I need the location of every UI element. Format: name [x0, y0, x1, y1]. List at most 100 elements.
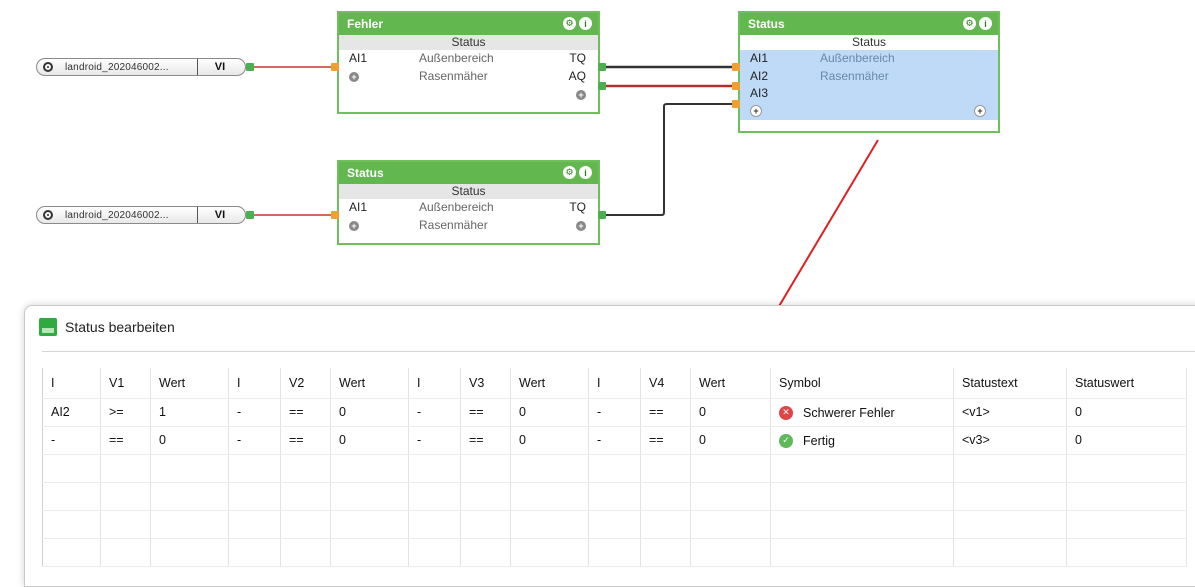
cell-operator[interactable]: >=: [100, 398, 151, 427]
info-icon[interactable]: i: [979, 17, 992, 30]
output-port-tq[interactable]: [598, 211, 606, 219]
status-block-icon: [39, 318, 57, 336]
column-header: V1: [100, 368, 151, 399]
cell-value[interactable]: 0: [510, 398, 589, 427]
block-status-main[interactable]: Status ⚙ i Status AI1 Außenbereich AI2 Ra…: [738, 11, 1000, 133]
cell-input[interactable]: -: [588, 398, 641, 427]
cell-operator[interactable]: ==: [280, 426, 331, 455]
settings-icon[interactable]: ⚙: [563, 166, 576, 179]
table-header-row: I V1 Wert I V2 Wert I V3 Wert I V4 Wert …: [42, 368, 1187, 399]
block-subtitle: Status: [339, 35, 598, 50]
column-header: Wert: [510, 368, 589, 399]
block-subtitle: Status: [339, 184, 598, 199]
input-port-ai2[interactable]: [732, 82, 740, 90]
cell-value[interactable]: 0: [330, 398, 409, 427]
output-label: TQ: [569, 200, 586, 214]
input-name: landroid_202046002...: [65, 61, 169, 73]
table-row[interactable]: AI2 >= 1 - == 0 - == 0 - == 0 ✕ Schwerer …: [42, 398, 1187, 427]
status-edit-dialog: Status bearbeiten I V1 Wert I V2 Wert I …: [24, 305, 1195, 587]
cell-operator[interactable]: ==: [640, 426, 691, 455]
input-label: AI1: [349, 51, 368, 65]
cell-input[interactable]: -: [408, 398, 461, 427]
cell-input[interactable]: AI2: [42, 398, 101, 427]
input-port-ai1[interactable]: [732, 63, 740, 71]
cell-statustext[interactable]: <v3>: [953, 426, 1067, 455]
cell-value[interactable]: 1: [150, 398, 229, 427]
symbol-label: Fertig: [803, 433, 835, 448]
block-header[interactable]: Fehler ⚙ i: [339, 13, 598, 35]
empty-row[interactable]: [42, 510, 1187, 539]
annotation-arrow-line: [771, 139, 879, 319]
cell-value[interactable]: 0: [510, 426, 589, 455]
add-input-icon[interactable]: +: [349, 72, 359, 82]
virtual-input-1[interactable]: landroid_202046002... VI: [36, 58, 246, 76]
status-table: I V1 Wert I V2 Wert I V3 Wert I V4 Wert …: [42, 368, 1187, 567]
input-port-ai1[interactable]: [331, 63, 339, 71]
input-port-ai1[interactable]: [331, 211, 339, 219]
row-label: Außenbereich: [820, 51, 895, 65]
cell-symbol[interactable]: ✕ Schwerer Fehler: [770, 398, 954, 427]
column-header: Wert: [690, 368, 771, 399]
add-input-icon[interactable]: +: [750, 105, 762, 117]
cell-input[interactable]: -: [228, 398, 281, 427]
empty-row[interactable]: [42, 538, 1187, 567]
input-label: AI1: [750, 51, 769, 65]
cell-value[interactable]: 0: [690, 426, 771, 455]
cell-statuswert[interactable]: 0: [1066, 426, 1187, 455]
output-label: TQ: [569, 51, 586, 65]
input-port-ai3[interactable]: [732, 100, 740, 108]
block-status-small[interactable]: Status ⚙ i Status AI1 Außenbereich TQ + R…: [337, 160, 600, 245]
row-label: Außenbereich: [419, 200, 494, 214]
check-icon: ✓: [779, 433, 793, 448]
output-port-aq[interactable]: [598, 82, 606, 90]
settings-icon[interactable]: ⚙: [563, 17, 576, 30]
cell-value[interactable]: 0: [150, 426, 229, 455]
info-icon[interactable]: i: [579, 166, 592, 179]
column-header: Statustext: [953, 368, 1067, 399]
cell-input[interactable]: -: [408, 426, 461, 455]
row-label: Außenbereich: [419, 51, 494, 65]
cell-input[interactable]: -: [228, 426, 281, 455]
cell-input[interactable]: -: [588, 426, 641, 455]
row-label: Rasenmäher: [419, 218, 488, 232]
add-input-icon[interactable]: +: [349, 221, 359, 231]
column-header: I: [42, 368, 101, 399]
table-row[interactable]: - == 0 - == 0 - == 0 - == 0 ✓ Fertig <v3>…: [42, 426, 1187, 455]
virtual-input-2[interactable]: landroid_202046002... VI: [36, 206, 246, 224]
input-label: AI1: [349, 200, 368, 214]
cell-statustext[interactable]: <v1>: [953, 398, 1067, 427]
info-icon[interactable]: i: [579, 17, 592, 30]
block-title: Fehler: [347, 17, 384, 31]
add-output-icon[interactable]: +: [576, 90, 586, 100]
empty-row[interactable]: [42, 482, 1187, 511]
cell-operator[interactable]: ==: [280, 398, 331, 427]
dialog-title-text: Status bearbeiten: [65, 319, 175, 335]
cell-operator[interactable]: ==: [640, 398, 691, 427]
block-fehler[interactable]: Fehler ⚙ i Status AI1 Außenbereich TQ + R…: [337, 11, 600, 114]
output-port[interactable]: [246, 63, 254, 71]
settings-icon[interactable]: ⚙: [963, 17, 976, 30]
cell-operator[interactable]: ==: [460, 398, 511, 427]
block-row: AI1 Außenbereich TQ: [339, 50, 598, 68]
cell-value[interactable]: 0: [690, 398, 771, 427]
cell-symbol[interactable]: ✓ Fertig: [770, 426, 954, 455]
block-header[interactable]: Status ⚙ i: [740, 13, 998, 35]
column-header: I: [408, 368, 461, 399]
cell-operator[interactable]: ==: [460, 426, 511, 455]
output-port-tq[interactable]: [598, 63, 606, 71]
cell-statuswert[interactable]: 0: [1066, 398, 1187, 427]
row-label: Rasenmäher: [419, 69, 488, 83]
cell-operator[interactable]: ==: [100, 426, 151, 455]
empty-row[interactable]: [42, 454, 1187, 483]
cell-input[interactable]: -: [42, 426, 101, 455]
wire-status-tq: [604, 103, 733, 216]
row-label: Rasenmäher: [820, 69, 889, 83]
add-output-icon[interactable]: +: [974, 105, 986, 117]
symbol-label: Schwerer Fehler: [803, 405, 895, 420]
cell-value[interactable]: 0: [330, 426, 409, 455]
block-row: + Rasenmäher AQ: [339, 68, 598, 86]
output-port[interactable]: [246, 211, 254, 219]
block-header[interactable]: Status ⚙ i: [339, 162, 598, 184]
add-output-icon[interactable]: +: [576, 221, 586, 231]
block-row: AI2 Rasenmäher: [740, 68, 998, 86]
